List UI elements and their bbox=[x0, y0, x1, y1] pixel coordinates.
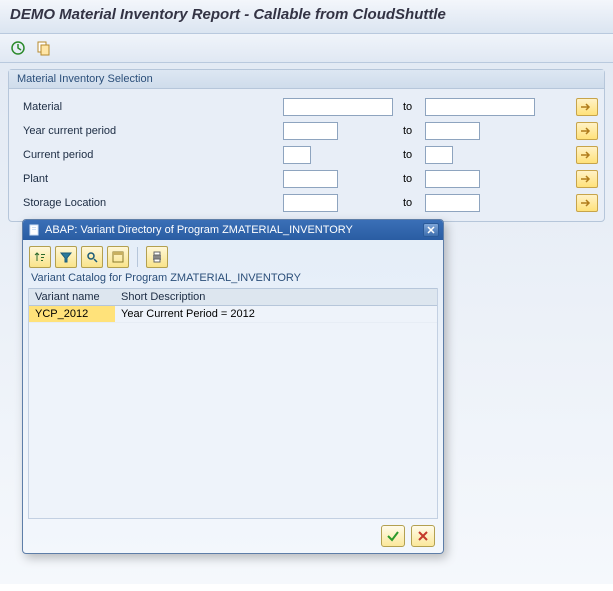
field-label: Storage Location bbox=[15, 197, 283, 209]
from-input[interactable] bbox=[283, 98, 393, 116]
from-input[interactable] bbox=[283, 122, 338, 140]
variants-button[interactable] bbox=[34, 38, 54, 58]
multiple-selection-button[interactable] bbox=[576, 194, 598, 212]
dialog-toolbar bbox=[23, 240, 443, 272]
to-label: to bbox=[397, 125, 425, 137]
toolbar-separator bbox=[137, 247, 138, 267]
selection-row: Plant to bbox=[15, 167, 598, 191]
find-button[interactable] bbox=[81, 246, 103, 268]
dialog-close-button[interactable] bbox=[423, 223, 439, 237]
multiple-selection-button[interactable] bbox=[576, 98, 598, 116]
print-button[interactable] bbox=[146, 246, 168, 268]
field-label: Material bbox=[15, 101, 283, 113]
cell-variant-name[interactable]: YCP_2012 bbox=[29, 306, 115, 323]
to-input[interactable] bbox=[425, 98, 535, 116]
to-input[interactable] bbox=[425, 122, 480, 140]
from-input[interactable] bbox=[283, 170, 338, 188]
title-bar: DEMO Material Inventory Report - Callabl… bbox=[0, 0, 613, 34]
dialog-body: Variant name Short Description YCP_2012Y… bbox=[28, 288, 438, 519]
from-input[interactable] bbox=[283, 194, 338, 212]
col-variant-name[interactable]: Variant name bbox=[29, 289, 115, 306]
to-input[interactable] bbox=[425, 194, 480, 212]
to-label: to bbox=[397, 101, 425, 113]
dialog-footer bbox=[23, 519, 443, 553]
selection-row: Material to bbox=[15, 95, 598, 119]
dialog-titlebar[interactable]: ABAP: Variant Directory of Program ZMATE… bbox=[23, 220, 443, 240]
to-label: to bbox=[397, 149, 425, 161]
field-label: Year current period bbox=[15, 125, 283, 137]
variant-table[interactable]: Variant name Short Description YCP_2012Y… bbox=[29, 288, 437, 323]
execute-button[interactable] bbox=[8, 38, 28, 58]
multiple-selection-button[interactable] bbox=[576, 122, 598, 140]
document-icon bbox=[29, 224, 41, 236]
layout-button[interactable] bbox=[107, 246, 129, 268]
selection-row: Current period to bbox=[15, 143, 598, 167]
field-label: Current period bbox=[15, 149, 283, 161]
to-label: to bbox=[397, 173, 425, 185]
from-input[interactable] bbox=[283, 146, 311, 164]
multiple-selection-button[interactable] bbox=[576, 170, 598, 188]
to-input[interactable] bbox=[425, 170, 480, 188]
to-label: to bbox=[397, 197, 425, 209]
cancel-button[interactable] bbox=[411, 525, 435, 547]
multiple-selection-button[interactable] bbox=[576, 146, 598, 164]
selection-group-title: Material Inventory Selection bbox=[9, 70, 604, 89]
selection-row: Storage Location to bbox=[15, 191, 598, 215]
ok-button[interactable] bbox=[381, 525, 405, 547]
selection-row: Year current period to bbox=[15, 119, 598, 143]
table-row[interactable]: YCP_2012Year Current Period = 2012 bbox=[29, 306, 437, 323]
dialog-heading: Variant Catalog for Program ZMATERIAL_IN… bbox=[23, 272, 443, 288]
to-input[interactable] bbox=[425, 146, 453, 164]
variant-dialog: ABAP: Variant Directory of Program ZMATE… bbox=[22, 219, 444, 554]
app-toolbar bbox=[0, 34, 613, 63]
page-title: DEMO Material Inventory Report - Callabl… bbox=[10, 6, 446, 23]
filter-button[interactable] bbox=[55, 246, 77, 268]
field-label: Plant bbox=[15, 173, 283, 185]
sort-button[interactable] bbox=[29, 246, 51, 268]
col-short-desc[interactable]: Short Description bbox=[115, 289, 437, 306]
selection-group: Material Inventory Selection MaterialtoY… bbox=[8, 69, 605, 222]
dialog-title: ABAP: Variant Directory of Program ZMATE… bbox=[45, 224, 353, 236]
cell-short-desc[interactable]: Year Current Period = 2012 bbox=[115, 306, 437, 323]
